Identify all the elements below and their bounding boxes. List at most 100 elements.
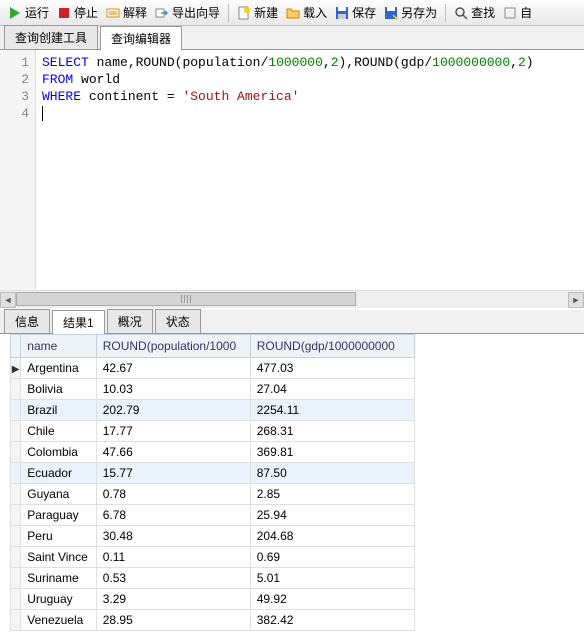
cell-name[interactable]: Saint Vince <box>21 547 96 568</box>
search-icon <box>454 6 468 20</box>
run-label: 运行 <box>25 4 49 21</box>
load-label: 载入 <box>303 4 327 21</box>
cell-gdp[interactable]: 5.01 <box>250 568 414 589</box>
cell-pop[interactable]: 6.78 <box>96 505 250 526</box>
cell-gdp[interactable]: 0.69 <box>250 547 414 568</box>
auto-icon <box>503 6 517 20</box>
find-button[interactable]: 查找 <box>450 2 499 23</box>
tab-status[interactable]: 状态 <box>155 309 201 333</box>
cell-name[interactable]: Peru <box>21 526 96 547</box>
cell-gdp[interactable]: 87.50 <box>250 463 414 484</box>
cell-name[interactable]: Ecuador <box>21 463 96 484</box>
cell-name[interactable]: Suriname <box>21 568 96 589</box>
table-row[interactable]: Colombia47.66369.81 <box>11 442 415 463</box>
scroll-track[interactable] <box>16 292 568 308</box>
result-tabs: 信息 结果1 概况 状态 <box>0 310 584 334</box>
cell-name[interactable]: Guyana <box>21 484 96 505</box>
cell-name[interactable]: Argentina <box>21 358 96 379</box>
row-indicator <box>11 463 21 484</box>
table-row[interactable]: Suriname0.535.01 <box>11 568 415 589</box>
main-toolbar: 运行 停止 解释 导出向导 新建 载入 保存 另存为 查找 自 <box>0 0 584 26</box>
stop-button[interactable]: 停止 <box>53 2 102 23</box>
cell-name[interactable]: Uruguay <box>21 589 96 610</box>
tab-query-editor[interactable]: 查询编辑器 <box>100 26 182 50</box>
stop-label: 停止 <box>74 4 98 21</box>
tab-info[interactable]: 信息 <box>4 309 50 333</box>
cell-name[interactable]: Bolivia <box>21 379 96 400</box>
save-as-button[interactable]: 另存为 <box>380 2 441 23</box>
load-button[interactable]: 载入 <box>282 2 331 23</box>
cell-name[interactable]: Chile <box>21 421 96 442</box>
run-button[interactable]: 运行 <box>4 2 53 23</box>
table-row[interactable]: Saint Vince0.110.69 <box>11 547 415 568</box>
cell-gdp[interactable]: 268.31 <box>250 421 414 442</box>
result-grid-wrap: name ROUND(population/1000 ROUND(gdp/100… <box>0 334 584 631</box>
row-indicator <box>11 568 21 589</box>
auto-button[interactable]: 自 <box>499 2 536 23</box>
col-population[interactable]: ROUND(population/1000 <box>96 335 250 358</box>
editor-horizontal-scrollbar[interactable]: ◄ ► <box>0 290 584 308</box>
cell-pop[interactable]: 15.77 <box>96 463 250 484</box>
cell-pop[interactable]: 30.48 <box>96 526 250 547</box>
cell-pop[interactable]: 42.67 <box>96 358 250 379</box>
row-indicator <box>11 526 21 547</box>
table-row[interactable]: Brazil202.792254.11 <box>11 400 415 421</box>
row-header-corner <box>11 335 21 358</box>
cell-pop[interactable]: 28.95 <box>96 610 250 631</box>
table-row[interactable]: Chile17.77268.31 <box>11 421 415 442</box>
cell-pop[interactable]: 0.78 <box>96 484 250 505</box>
new-label: 新建 <box>254 4 278 21</box>
cell-pop[interactable]: 10.03 <box>96 379 250 400</box>
cell-gdp[interactable]: 382.42 <box>250 610 414 631</box>
save-button[interactable]: 保存 <box>331 2 380 23</box>
table-row[interactable]: Guyana0.782.85 <box>11 484 415 505</box>
code-area[interactable]: SELECT name,ROUND(population/1000000,2),… <box>36 50 584 290</box>
cell-name[interactable]: Paraguay <box>21 505 96 526</box>
cell-name[interactable]: Colombia <box>21 442 96 463</box>
tab-query-builder[interactable]: 查询创建工具 <box>4 25 98 49</box>
new-button[interactable]: 新建 <box>233 2 282 23</box>
line-number: 4 <box>0 105 29 122</box>
cell-gdp[interactable]: 25.94 <box>250 505 414 526</box>
cell-pop[interactable]: 47.66 <box>96 442 250 463</box>
col-name[interactable]: name <box>21 335 96 358</box>
row-indicator <box>11 610 21 631</box>
cell-name[interactable]: Venezuela <box>21 610 96 631</box>
cell-gdp[interactable]: 2254.11 <box>250 400 414 421</box>
sql-editor[interactable]: 1 2 3 4 SELECT name,ROUND(population/100… <box>0 50 584 290</box>
table-row[interactable]: Ecuador15.7787.50 <box>11 463 415 484</box>
folder-icon <box>286 6 300 20</box>
scroll-left-arrow[interactable]: ◄ <box>0 292 16 308</box>
cell-gdp[interactable]: 369.81 <box>250 442 414 463</box>
cell-name[interactable]: Brazil <box>21 400 96 421</box>
table-row[interactable]: Venezuela28.95382.42 <box>11 610 415 631</box>
result-grid[interactable]: name ROUND(population/1000 ROUND(gdp/100… <box>10 334 415 631</box>
table-row[interactable]: Peru30.48204.68 <box>11 526 415 547</box>
cell-gdp[interactable]: 477.03 <box>250 358 414 379</box>
col-gdp[interactable]: ROUND(gdp/1000000000 <box>250 335 414 358</box>
table-row[interactable]: Bolivia10.0327.04 <box>11 379 415 400</box>
cell-gdp[interactable]: 49.92 <box>250 589 414 610</box>
cell-gdp[interactable]: 2.85 <box>250 484 414 505</box>
table-row[interactable]: Uruguay3.2949.92 <box>11 589 415 610</box>
cell-pop[interactable]: 0.11 <box>96 547 250 568</box>
explain-button[interactable]: 解释 <box>102 2 151 23</box>
row-indicator <box>11 400 21 421</box>
cell-pop[interactable]: 3.29 <box>96 589 250 610</box>
cell-pop[interactable]: 0.53 <box>96 568 250 589</box>
table-row[interactable]: Paraguay6.7825.94 <box>11 505 415 526</box>
scroll-right-arrow[interactable]: ► <box>568 292 584 308</box>
current-row-icon: ▶ <box>12 364 20 375</box>
table-row[interactable]: ▶Argentina42.67477.03 <box>11 358 415 379</box>
scroll-thumb[interactable] <box>16 292 356 306</box>
cell-gdp[interactable]: 27.04 <box>250 379 414 400</box>
tab-overview[interactable]: 概况 <box>107 309 153 333</box>
row-indicator <box>11 484 21 505</box>
toolbar-separator <box>445 4 446 22</box>
save-as-label: 另存为 <box>401 4 437 21</box>
cell-gdp[interactable]: 204.68 <box>250 526 414 547</box>
export-wizard-button[interactable]: 导出向导 <box>151 2 224 23</box>
tab-result1[interactable]: 结果1 <box>52 310 105 334</box>
cell-pop[interactable]: 17.77 <box>96 421 250 442</box>
cell-pop[interactable]: 202.79 <box>96 400 250 421</box>
